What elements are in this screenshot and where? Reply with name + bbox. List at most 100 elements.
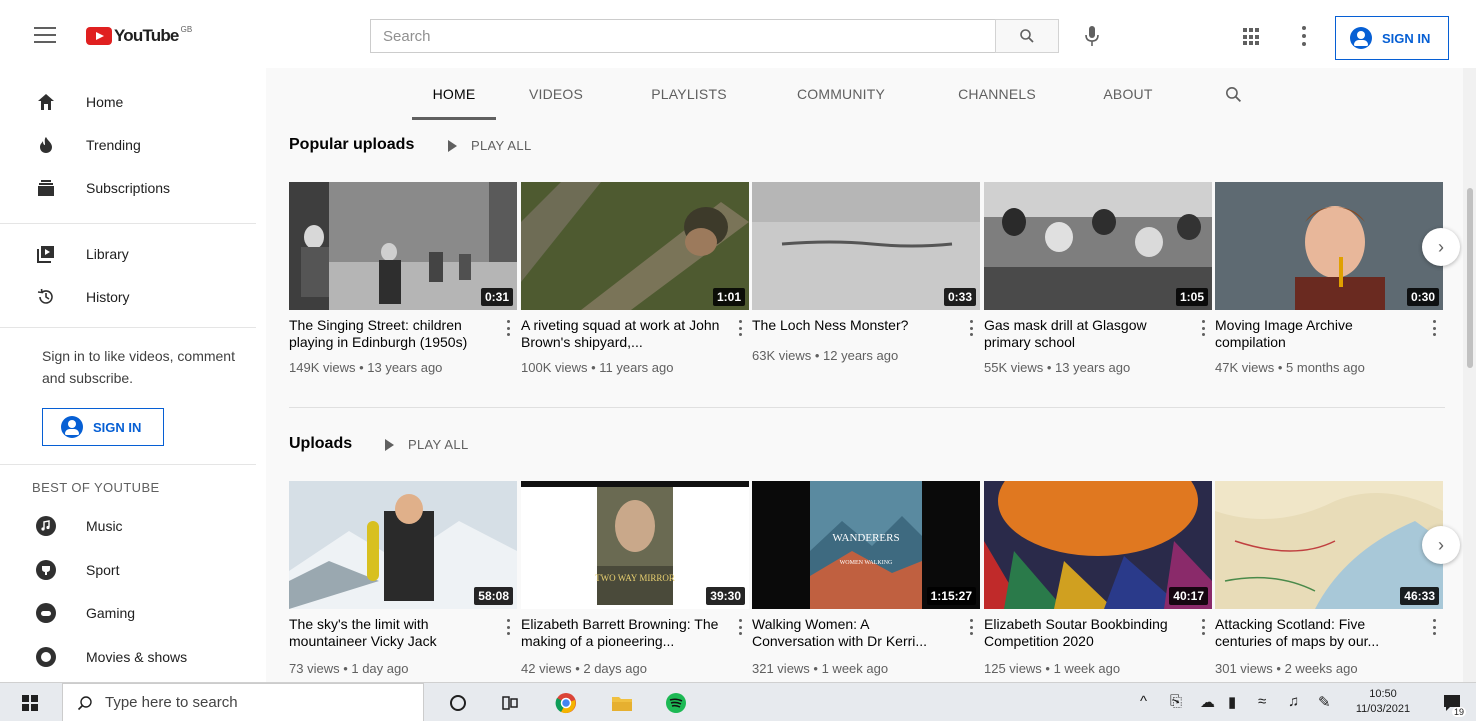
taskbar-search-input[interactable]: Type here to search — [62, 683, 424, 721]
video-title[interactable]: Moving Image Archive compilation — [1215, 317, 1415, 351]
video-menu-icon[interactable] — [507, 619, 511, 635]
tab-home[interactable]: HOME — [412, 68, 496, 120]
guide-sidebar: Home Trending Subscriptions Library Hist… — [0, 68, 266, 682]
sidebar-divider — [0, 464, 256, 465]
shelf-next-button[interactable]: › — [1422, 228, 1460, 266]
file-explorer-icon[interactable] — [610, 691, 634, 715]
battery-icon[interactable]: ▮ — [1228, 693, 1236, 711]
chrome-icon[interactable] — [554, 691, 578, 715]
notification-center-icon[interactable]: 19 — [1440, 691, 1466, 717]
sidebar-item-gaming[interactable]: Gaming — [0, 593, 266, 633]
search-button[interactable] — [995, 19, 1059, 53]
video-thumbnail[interactable]: TWO WAY MIRROR 39:30 — [521, 481, 749, 609]
video-thumbnail[interactable]: 1:05 — [984, 182, 1212, 310]
sidebar-item-music[interactable]: Music — [0, 506, 266, 546]
apps-icon[interactable] — [1243, 28, 1261, 46]
page-scrollbar[interactable] — [1463, 68, 1476, 682]
play-all-label: PLAY ALL — [408, 437, 469, 452]
volume-icon[interactable]: ♫ — [1288, 693, 1299, 710]
duration-badge: 0:31 — [480, 288, 513, 306]
video-thumbnail[interactable]: 58:08 — [289, 481, 517, 609]
settings-more-icon[interactable] — [1302, 26, 1306, 46]
video-menu-icon[interactable] — [1433, 320, 1437, 336]
system-clock[interactable]: 10:50 11/03/2021 — [1352, 687, 1414, 717]
video-menu-icon[interactable] — [739, 619, 743, 635]
video-title[interactable]: The Loch Ness Monster? — [752, 317, 952, 334]
sign-in-prompt: Sign in to like videos, comment and subs… — [42, 348, 235, 386]
video-thumbnail[interactable]: 0:33 — [752, 182, 980, 310]
video-metadata: 301 views • 2 weeks ago — [1215, 661, 1358, 676]
video-title[interactable]: Walking Women: A Conversation with Dr Ke… — [752, 616, 952, 650]
video-title[interactable]: The Singing Street: children playing in … — [289, 317, 489, 351]
gaming-icon — [36, 603, 56, 623]
video-metadata: 321 views • 1 week ago — [752, 661, 889, 676]
play-icon — [385, 438, 394, 451]
tab-about[interactable]: ABOUT — [1086, 68, 1170, 120]
subscriptions-icon — [36, 178, 56, 198]
chevron-right-icon: › — [1438, 236, 1444, 257]
video-menu-icon[interactable] — [1202, 619, 1206, 635]
tab-videos[interactable]: VIDEOS — [514, 68, 598, 120]
tab-community[interactable]: COMMUNITY — [776, 68, 906, 120]
video-menu-icon[interactable] — [970, 320, 974, 336]
pen-icon[interactable]: ✎ — [1318, 693, 1331, 711]
play-all-uploads-button[interactable]: PLAY ALL — [385, 437, 468, 452]
spotify-icon[interactable] — [664, 691, 688, 715]
search-input[interactable]: Search — [370, 19, 996, 53]
tab-channels[interactable]: CHANNELS — [942, 68, 1052, 120]
sidebar-item-trending[interactable]: Trending — [0, 125, 266, 165]
sidebar-item-movies-shows[interactable]: Movies & shows — [0, 637, 266, 677]
sidebar-item-sport[interactable]: Sport — [0, 550, 266, 590]
shelf-next-button[interactable]: › — [1422, 526, 1460, 564]
video-title[interactable]: Attacking Scotland: Five centuries of ma… — [1215, 616, 1415, 650]
video-title[interactable]: A riveting squad at work at John Brown's… — [521, 317, 721, 351]
duration-badge: 40:17 — [1169, 587, 1208, 605]
video-metadata: 125 views • 1 week ago — [984, 661, 1121, 676]
scrollbar-thumb[interactable] — [1467, 188, 1473, 368]
shelf-title-uploads[interactable]: Uploads — [289, 435, 352, 453]
show-hidden-icons-icon[interactable]: ^ — [1140, 693, 1147, 710]
windows-taskbar: Type here to search ^ ⎘ ☁ ▮ ≈ ♫ ✎ 10:50 … — [0, 682, 1476, 721]
chevron-right-icon: › — [1438, 534, 1444, 555]
play-all-popular-button[interactable]: PLAY ALL — [448, 138, 531, 153]
tray-app-icon[interactable]: ⎘ — [1170, 693, 1182, 710]
video-thumbnail[interactable]: 0:31 — [289, 182, 517, 310]
video-thumbnail[interactable]: 0:30 — [1215, 182, 1443, 310]
youtube-logo[interactable]: YouTube GB — [86, 25, 192, 46]
sidebar-item-home[interactable]: Home — [0, 82, 266, 122]
mic-icon[interactable] — [1082, 25, 1102, 47]
cortana-icon[interactable] — [446, 691, 470, 715]
sidebar-item-library[interactable]: Library — [0, 234, 266, 274]
sidebar-item-history[interactable]: History — [0, 277, 266, 317]
sidebar-label-library: Library — [86, 246, 129, 262]
movies-icon — [36, 647, 56, 667]
video-title[interactable]: Elizabeth Soutar Bookbinding Competition… — [984, 616, 1184, 650]
sidebar-item-subscriptions[interactable]: Subscriptions — [0, 168, 266, 208]
video-thumbnail[interactable]: 1:01 — [521, 182, 749, 310]
video-title[interactable]: Elizabeth Barrett Browning: The making o… — [521, 616, 721, 650]
video-menu-icon[interactable] — [739, 320, 743, 336]
video-thumbnail[interactable]: 46:33 — [1215, 481, 1443, 609]
video-menu-icon[interactable] — [507, 320, 511, 336]
sign-in-button[interactable]: SIGN IN — [1335, 16, 1449, 60]
play-all-label: PLAY ALL — [471, 138, 532, 153]
video-title[interactable]: Gas mask drill at Glasgow primary school — [984, 317, 1184, 351]
tab-playlists[interactable]: PLAYLISTS — [634, 68, 744, 120]
video-thumbnail[interactable]: 40:17 — [984, 481, 1212, 609]
video-thumbnail[interactable]: WANDERERS WOMEN WALKING 1:15:27 — [752, 481, 980, 609]
search-icon — [77, 695, 92, 710]
sidebar-sign-in-button[interactable]: SIGN IN — [42, 408, 164, 446]
video-menu-icon[interactable] — [970, 619, 974, 635]
menu-icon[interactable] — [34, 27, 56, 43]
video-menu-icon[interactable] — [1202, 320, 1206, 336]
video-title[interactable]: The sky's the limit with mountaineer Vic… — [289, 616, 489, 650]
channel-search-button[interactable] — [1218, 68, 1248, 120]
sidebar-divider — [0, 223, 256, 224]
onedrive-icon[interactable]: ☁ — [1200, 693, 1215, 711]
best-of-youtube-heading: BEST OF YOUTUBE — [32, 480, 160, 495]
windows-start-icon[interactable] — [18, 691, 42, 715]
wifi-icon[interactable]: ≈ — [1258, 693, 1266, 710]
video-menu-icon[interactable] — [1433, 619, 1437, 635]
shelf-title-popular[interactable]: Popular uploads — [289, 136, 414, 154]
task-view-icon[interactable] — [498, 691, 522, 715]
